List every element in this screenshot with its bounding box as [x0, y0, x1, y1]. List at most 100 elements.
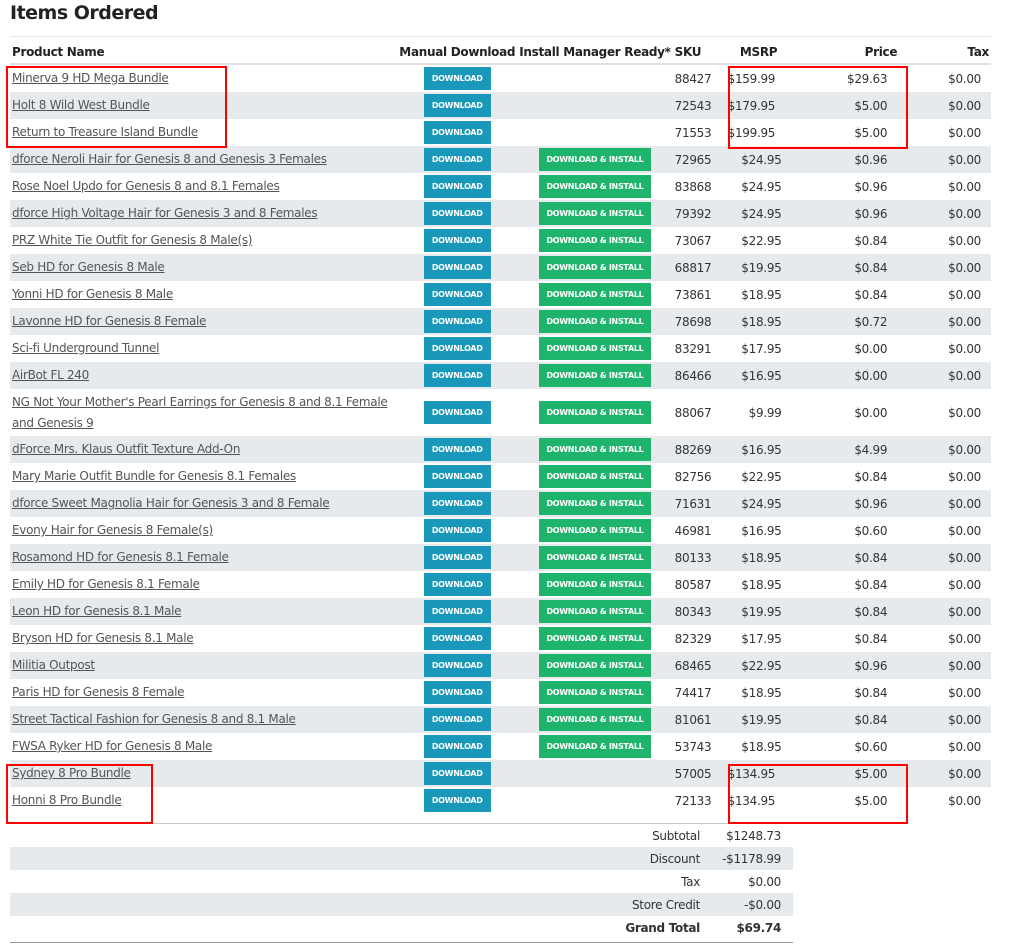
product-link[interactable]: Rose Noel Updo for Genesis 8 and 8.1 Fem… — [12, 179, 280, 193]
tax: $0.00 — [905, 200, 991, 227]
download-install-button[interactable]: DOWNLOAD & INSTALL — [538, 337, 651, 360]
product-link[interactable]: Emily HD for Genesis 8.1 Female — [12, 577, 200, 591]
download-install-button[interactable]: DOWNLOAD & INSTALL — [538, 310, 651, 333]
download-button[interactable]: DOWNLOAD — [423, 735, 491, 758]
install-cell: DOWNLOAD & INSTALL — [517, 389, 672, 436]
product-cell: dforce High Voltage Hair for Genesis 3 a… — [10, 200, 398, 227]
download-button[interactable]: DOWNLOAD — [423, 310, 491, 333]
download-install-button[interactable]: DOWNLOAD & INSTALL — [538, 364, 651, 387]
product-link[interactable]: PRZ White Tie Outfit for Genesis 8 Male(… — [12, 233, 252, 247]
summary-value: -$0.00 — [714, 893, 793, 916]
download-button[interactable]: DOWNLOAD — [423, 202, 491, 225]
msrp: $159.99 — [727, 71, 776, 86]
product-link[interactable]: Honni 8 Pro Bundle — [12, 793, 122, 807]
download-install-button[interactable]: DOWNLOAD & INSTALL — [538, 175, 651, 198]
product-link[interactable]: Minerva 9 HD Mega Bundle — [12, 71, 169, 85]
product-link[interactable]: Lavonne HD for Genesis 8 Female — [12, 314, 206, 328]
download-button[interactable]: DOWNLOAD — [423, 708, 491, 731]
download-install-button[interactable]: DOWNLOAD & INSTALL — [538, 735, 651, 758]
product-link[interactable]: dforce High Voltage Hair for Genesis 3 a… — [12, 206, 318, 220]
download-install-button[interactable]: DOWNLOAD & INSTALL — [538, 627, 651, 650]
download-install-button[interactable]: DOWNLOAD & INSTALL — [538, 438, 651, 461]
msrp: $18.95 — [741, 287, 782, 302]
download-install-button[interactable]: DOWNLOAD & INSTALL — [538, 546, 651, 569]
download-button[interactable]: DOWNLOAD — [423, 627, 491, 650]
download-install-button[interactable]: DOWNLOAD & INSTALL — [538, 708, 651, 731]
price: $0.84 — [854, 287, 888, 302]
tax: $0.00 — [948, 179, 981, 194]
download-install-button[interactable]: DOWNLOAD & INSTALL — [538, 202, 651, 225]
download-button[interactable]: DOWNLOAD — [423, 148, 491, 171]
product-link[interactable]: dForce Mrs. Klaus Outfit Texture Add-On — [12, 442, 240, 456]
download-button[interactable]: DOWNLOAD — [423, 121, 491, 144]
download-button[interactable]: DOWNLOAD — [423, 229, 491, 252]
download-install-button[interactable]: DOWNLOAD & INSTALL — [538, 681, 651, 704]
download-install-button[interactable]: DOWNLOAD & INSTALL — [538, 283, 651, 306]
tax: $0.00 — [948, 685, 981, 700]
download-button[interactable]: DOWNLOAD — [423, 465, 491, 488]
product-cell: NG Not Your Mother's Pearl Earrings for … — [10, 389, 397, 436]
product-link[interactable]: Holt 8 Wild West Bundle — [12, 98, 150, 112]
msrp: $24.95 — [721, 146, 796, 173]
product-link[interactable]: Rosamond HD for Genesis 8.1 Female — [12, 550, 229, 564]
download-button[interactable]: DOWNLOAD — [423, 364, 491, 387]
manual-download-cell: DOWNLOAD — [397, 227, 517, 254]
manual-download-cell: DOWNLOAD — [397, 146, 518, 173]
download-button[interactable]: DOWNLOAD — [423, 600, 491, 623]
product-link[interactable]: AirBot FL 240 — [12, 368, 89, 382]
product-link[interactable]: Yonni HD for Genesis 8 Male — [12, 287, 173, 301]
download-button[interactable]: DOWNLOAD — [423, 789, 491, 812]
manual-download-cell: DOWNLOAD — [397, 706, 518, 733]
product-link[interactable]: Sci-fi Underground Tunnel — [12, 341, 159, 355]
product-link[interactable]: Mary Marie Outfit Bundle for Genesis 8.1… — [12, 469, 296, 483]
product-link[interactable]: Return to Treasure Island Bundle — [12, 125, 198, 139]
product-link[interactable]: Leon HD for Genesis 8.1 Male — [12, 604, 182, 618]
product-cell: Bryson HD for Genesis 8.1 Male — [10, 625, 397, 652]
download-button[interactable]: DOWNLOAD — [423, 401, 491, 424]
download-button[interactable]: DOWNLOAD — [423, 256, 491, 279]
product-link[interactable]: Evony Hair for Genesis 8 Female(s) — [12, 523, 213, 537]
summary-row: Store Credit -$0.00 — [10, 893, 793, 916]
download-button[interactable]: DOWNLOAD — [423, 175, 491, 198]
download-install-button[interactable]: DOWNLOAD & INSTALL — [538, 401, 651, 424]
product-link[interactable]: FWSA Ryker HD for Genesis 8 Male — [12, 739, 212, 753]
tax: $0.00 — [905, 652, 991, 679]
download-button[interactable]: DOWNLOAD — [423, 438, 491, 461]
product-link[interactable]: Seb HD for Genesis 8 Male — [12, 260, 165, 274]
manual-download-cell: DOWNLOAD — [397, 652, 518, 679]
download-button[interactable]: DOWNLOAD — [423, 681, 491, 704]
product-cell: dForce Mrs. Klaus Outfit Texture Add-On — [10, 436, 398, 463]
download-install-button[interactable]: DOWNLOAD & INSTALL — [538, 573, 651, 596]
manual-download-cell: DOWNLOAD — [397, 362, 518, 389]
download-install-button[interactable]: DOWNLOAD & INSTALL — [538, 519, 651, 542]
download-button[interactable]: DOWNLOAD — [423, 546, 491, 569]
download-button[interactable]: DOWNLOAD — [423, 67, 491, 90]
download-button[interactable]: DOWNLOAD — [423, 654, 491, 677]
download-install-button[interactable]: DOWNLOAD & INSTALL — [538, 492, 651, 515]
download-button[interactable]: DOWNLOAD — [423, 492, 491, 515]
download-button[interactable]: DOWNLOAD — [423, 337, 491, 360]
download-install-button[interactable]: DOWNLOAD & INSTALL — [538, 148, 651, 171]
product-link[interactable]: Bryson HD for Genesis 8.1 Male — [12, 631, 194, 645]
download-install-button[interactable]: DOWNLOAD & INSTALL — [538, 600, 651, 623]
product-link[interactable]: Sydney 8 Pro Bundle — [12, 766, 131, 780]
product-link[interactable]: Paris HD for Genesis 8 Female — [12, 685, 185, 699]
product-link[interactable]: Militia Outpost — [12, 658, 95, 672]
product-link[interactable]: dforce Sweet Magnolia Hair for Genesis 3… — [12, 496, 330, 510]
download-button[interactable]: DOWNLOAD — [423, 283, 491, 306]
download-button[interactable]: DOWNLOAD — [423, 519, 491, 542]
download-install-button[interactable]: DOWNLOAD & INSTALL — [538, 465, 651, 488]
download-install-button[interactable]: DOWNLOAD & INSTALL — [538, 654, 651, 677]
install-cell: DOWNLOAD & INSTALL — [517, 463, 672, 490]
download-button[interactable]: DOWNLOAD — [423, 762, 491, 785]
install-cell: DOWNLOAD & INSTALL — [517, 200, 673, 227]
product-link[interactable]: NG Not Your Mother's Pearl Earrings for … — [12, 395, 388, 430]
download-install-button[interactable]: DOWNLOAD & INSTALL — [538, 229, 651, 252]
sku: 57005 — [672, 760, 722, 787]
download-button[interactable]: DOWNLOAD — [423, 94, 491, 117]
manual-download-cell: DOWNLOAD — [397, 679, 517, 706]
download-install-button[interactable]: DOWNLOAD & INSTALL — [538, 256, 651, 279]
product-link[interactable]: dforce Neroli Hair for Genesis 8 and Gen… — [12, 152, 327, 166]
product-link[interactable]: Street Tactical Fashion for Genesis 8 an… — [12, 712, 296, 726]
download-button[interactable]: DOWNLOAD — [423, 573, 491, 596]
